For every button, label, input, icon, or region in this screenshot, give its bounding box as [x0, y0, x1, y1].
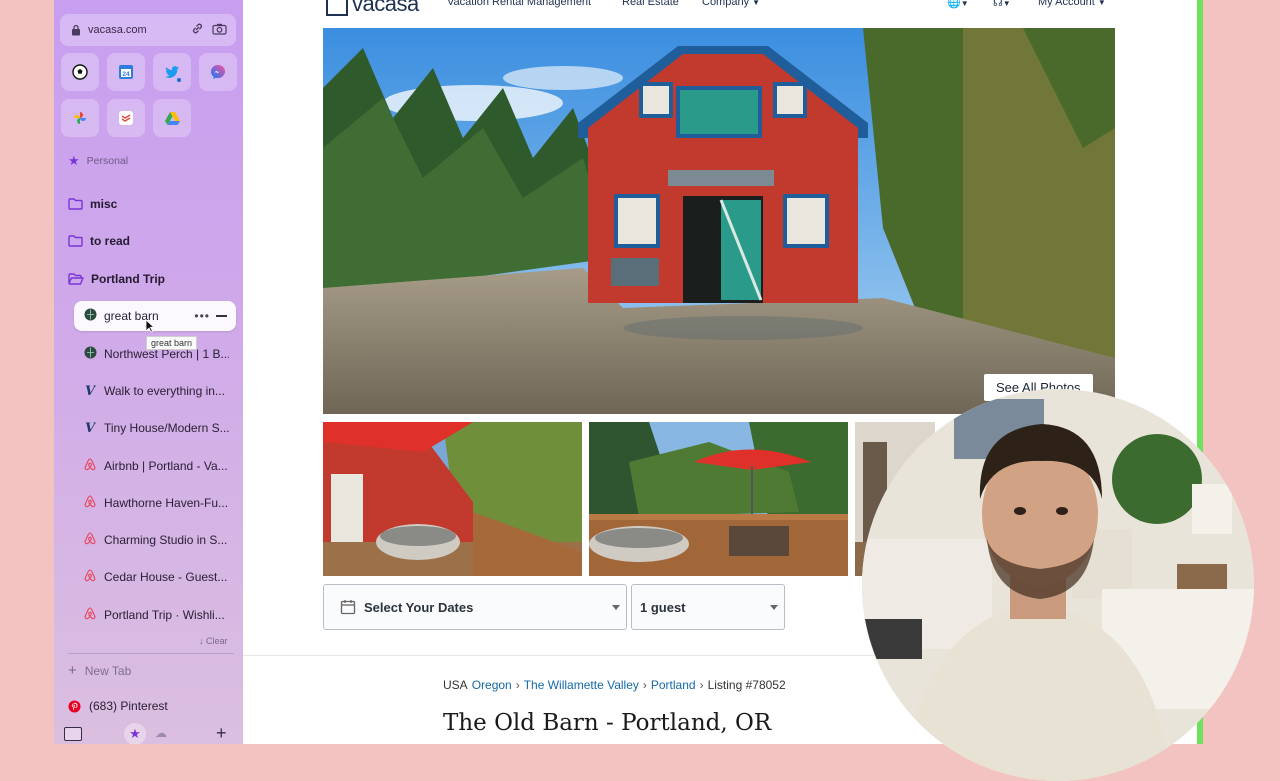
- folder-to-read[interactable]: to read: [68, 231, 130, 251]
- calendar-icon: [340, 600, 356, 615]
- library-icon[interactable]: [64, 727, 82, 741]
- camera-icon[interactable]: [208, 23, 230, 38]
- link-icon[interactable]: [186, 22, 208, 38]
- tab-airbnb-portland[interactable]: Airbnb | Portland - Va...: [74, 451, 236, 481]
- unread-dot-icon: [177, 78, 181, 82]
- space-turtle-icon[interactable]: ☁: [155, 726, 167, 740]
- breadcrumb-portland[interactable]: Portland: [651, 678, 696, 692]
- airbnb-icon: [82, 532, 98, 548]
- photo-thumbnail-1[interactable]: [323, 422, 582, 576]
- plus-icon: +: [68, 662, 77, 679]
- url-text[interactable]: vacasa.com: [88, 24, 186, 36]
- tab-tooltip: great barn: [146, 336, 198, 350]
- pinned-tab-pinterest[interactable]: (683) Pinterest: [68, 699, 168, 713]
- folder-portland-trip[interactable]: Portland Trip: [68, 269, 165, 289]
- tab-walk-to-everything[interactable]: V Walk to everything in...: [74, 376, 236, 406]
- svg-text:24: 24: [122, 71, 130, 78]
- tab-portland-wishlist[interactable]: Portland Trip · Wishli...: [74, 600, 236, 630]
- folder-open-icon: [68, 273, 84, 285]
- address-bar[interactable]: vacasa.com: [60, 14, 236, 46]
- airbnb-icon: [82, 495, 98, 511]
- favorite-soccer[interactable]: [61, 53, 99, 91]
- listing-title: The Old Barn - Portland, OR: [443, 710, 772, 736]
- listing-number: Listing #78052: [707, 678, 786, 692]
- sidebar-bottom-bar: ★ ☁ +: [54, 722, 243, 744]
- vacasa-logo[interactable]: vacasa: [326, 0, 419, 17]
- site-header: vacasa Vacation Rental Management Real E…: [243, 0, 1197, 20]
- airbnb-icon: [82, 569, 98, 585]
- vacasa-logo-mark-icon: [326, 0, 348, 16]
- caret-down-icon: ▼: [1097, 0, 1106, 7]
- nav-my-account[interactable]: My Account ▼: [1038, 0, 1106, 8]
- clear-tabs-button[interactable]: ↓ Clear: [199, 636, 228, 646]
- globe-language-icon[interactable]: 🌐▼: [947, 0, 969, 9]
- photo-thumbnail-2[interactable]: [589, 422, 848, 576]
- favorite-photos[interactable]: [61, 99, 99, 137]
- breadcrumb-separator-icon: ›: [699, 678, 704, 692]
- favorite-todoist[interactable]: [107, 99, 145, 137]
- new-tab-button[interactable]: + New Tab: [68, 662, 131, 679]
- todoist-icon: [119, 111, 133, 125]
- caret-down-icon: [770, 604, 778, 610]
- caret-down-icon: [612, 604, 620, 610]
- nav-vacation-rental-management[interactable]: Vacation Rental Management: [447, 0, 591, 8]
- barn-photo-image: [323, 28, 1115, 414]
- hot-tub-photo-image: [323, 422, 582, 576]
- favorite-messenger[interactable]: [199, 53, 237, 91]
- vacasa-globe-icon: [82, 346, 98, 362]
- deck-umbrella-photo-image: [589, 422, 848, 576]
- airbnb-icon: [82, 607, 98, 623]
- breadcrumb-oregon[interactable]: Oregon: [472, 678, 512, 692]
- hero-photo[interactable]: [323, 28, 1115, 414]
- tab-charming-studio[interactable]: Charming Studio in S...: [74, 525, 236, 555]
- folder-misc[interactable]: misc: [68, 194, 117, 214]
- v-logo-icon: V: [84, 420, 96, 436]
- folder-icon: [68, 235, 83, 247]
- guests-dropdown[interactable]: 1 guest: [631, 584, 785, 630]
- help-icon[interactable]: ☊▼: [993, 0, 1011, 9]
- breadcrumb-willamette-valley[interactable]: The Willamette Valley: [524, 678, 639, 692]
- space-label[interactable]: ★ Personal: [68, 153, 128, 169]
- space-star-icon[interactable]: ★: [124, 723, 146, 744]
- calendar-icon: 24: [119, 65, 133, 79]
- folder-icon: [68, 198, 83, 210]
- soccer-icon: [72, 64, 88, 80]
- presenter-video-image: [862, 389, 1254, 781]
- tab-tiny-house[interactable]: V Tiny House/Modern S...: [74, 413, 236, 443]
- more-icon[interactable]: •••: [194, 309, 210, 323]
- tab-cedar-house[interactable]: Cedar House - Guest...: [74, 562, 236, 592]
- star-icon: ★: [68, 153, 80, 168]
- lock-icon: [72, 24, 80, 36]
- favorite-twitter[interactable]: [153, 53, 191, 91]
- drive-icon: [164, 111, 180, 125]
- messenger-icon: [211, 65, 225, 79]
- mouse-cursor-icon: [145, 319, 155, 333]
- nav-real-estate[interactable]: Real Estate: [622, 0, 679, 8]
- photos-icon: [74, 112, 86, 124]
- tab-hawthorne-haven[interactable]: Hawthorne Haven-Fu...: [74, 488, 236, 518]
- caret-down-icon: ▼: [752, 0, 761, 7]
- breadcrumb-separator-icon: ›: [515, 678, 520, 692]
- vacasa-globe-icon: [82, 308, 98, 324]
- nav-company[interactable]: Company ▼: [702, 0, 760, 8]
- sidebar-divider: [68, 653, 234, 654]
- select-dates-dropdown[interactable]: Select Your Dates: [323, 584, 627, 630]
- close-tab-icon[interactable]: [216, 315, 227, 317]
- webcam-overlay: [862, 389, 1254, 781]
- add-space-icon[interactable]: +: [216, 723, 227, 744]
- airbnb-icon: [82, 458, 98, 474]
- breadcrumb: USA Oregon › The Willamette Valley › Por…: [443, 678, 786, 692]
- tab-great-barn[interactable]: great barn •••: [74, 301, 236, 331]
- breadcrumb-separator-icon: ›: [642, 678, 647, 692]
- browser-sidebar: vacasa.com 24 ★ Personal misc to read Po…: [54, 0, 243, 744]
- pinterest-icon: [68, 700, 81, 712]
- favorite-calendar[interactable]: 24: [107, 53, 145, 91]
- v-logo-icon: V: [84, 383, 96, 399]
- favorite-drive[interactable]: [153, 99, 191, 137]
